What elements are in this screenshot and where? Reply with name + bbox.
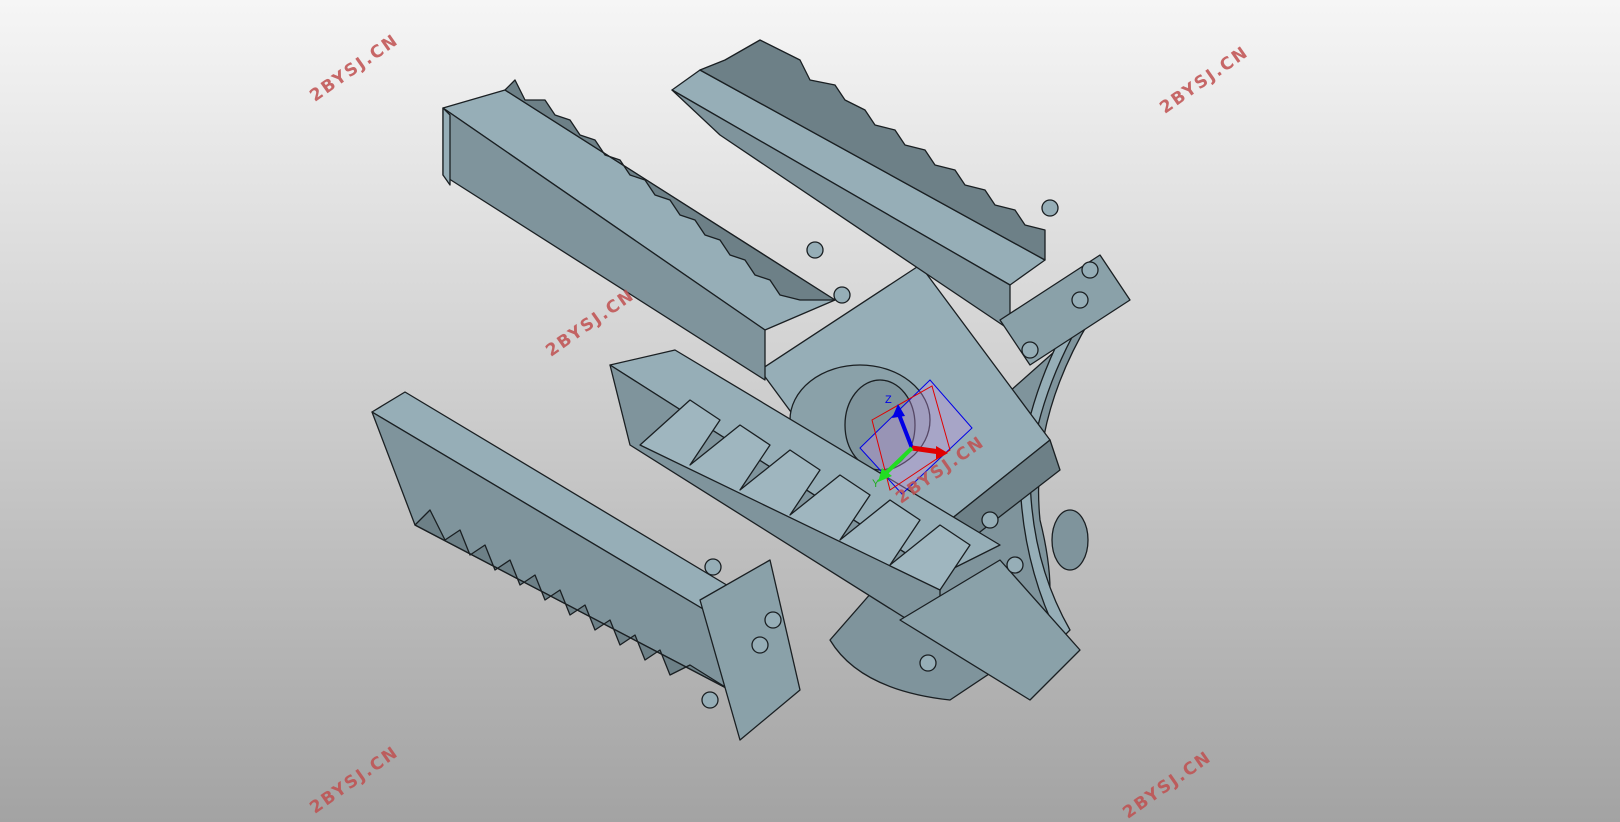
hex-nut	[981, 511, 999, 529]
triad-y-label: Y	[872, 478, 880, 490]
hex-nut	[764, 611, 782, 629]
rack-jaw-upper-left-end	[442, 107, 451, 186]
hex-nut	[1041, 199, 1059, 217]
hex-nut	[701, 691, 719, 709]
hex-nut	[1006, 556, 1024, 574]
hex-nut	[806, 241, 824, 259]
hex-nut	[1081, 261, 1099, 279]
hex-nut	[1021, 341, 1039, 359]
hex-nut	[751, 636, 769, 654]
triad-z-label: Z	[885, 394, 892, 406]
hex-nut	[833, 286, 851, 304]
hex-nut	[704, 558, 722, 576]
hex-nut	[919, 654, 937, 672]
shaft-stub	[1051, 509, 1089, 571]
cad-3d-viewport[interactable]: Z Y 2BYSJ.CN 2BYSJ.CN 2BYSJ.CN 2BYSJ.CN …	[0, 0, 1620, 822]
hex-nut	[1071, 291, 1089, 309]
model-canvas[interactable]: Z Y	[0, 0, 1620, 822]
